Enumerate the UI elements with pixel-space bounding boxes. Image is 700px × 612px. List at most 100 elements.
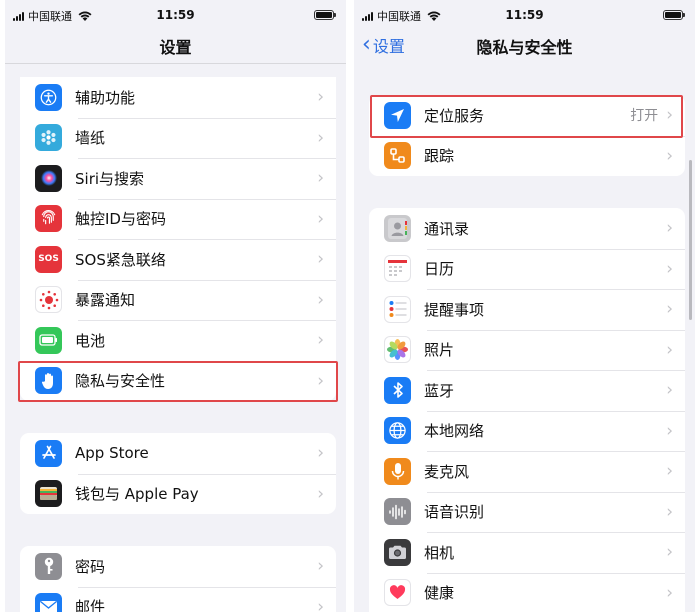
settings-row-camera[interactable]: 相机 ›: [369, 532, 685, 573]
photos-icon: [384, 336, 411, 364]
settings-row-wallpaper[interactable]: 墙纸 ›: [20, 117, 336, 159]
settings-row-bluetooth[interactable]: 蓝牙 ›: [369, 370, 685, 411]
chevron-right-icon: ›: [317, 556, 324, 577]
key-icon: [35, 552, 62, 580]
row-value: 打开: [630, 108, 659, 125]
chevron-right-icon: ›: [666, 582, 673, 603]
status-bar: 中国联通 11:59: [5, 0, 346, 30]
row-label: 照片: [424, 341, 455, 360]
settings-row-fingerprint[interactable]: 触控ID与密码 ›: [20, 198, 336, 240]
chevron-right-icon: ›: [317, 87, 324, 108]
wallet-icon: [35, 480, 62, 508]
waveform-icon: [384, 498, 411, 526]
mail-icon: [35, 593, 62, 612]
chevron-right-icon: ›: [317, 168, 324, 189]
exposure-icon: [35, 286, 62, 314]
chevron-right-icon: ›: [666, 105, 673, 126]
chevron-right-icon: ›: [317, 208, 324, 229]
hand-icon: [35, 367, 62, 395]
settings-row-battery[interactable]: 电池 ›: [20, 320, 336, 361]
chevron-right-icon: ›: [317, 289, 324, 310]
row-label: 蓝牙: [424, 381, 455, 400]
status-time: 11:59: [156, 8, 195, 22]
row-label: 提醒事项: [424, 300, 485, 319]
battery-icon: [35, 326, 62, 354]
settings-row-waveform[interactable]: 语音识别 ›: [369, 491, 685, 533]
settings-row-sos[interactable]: SOS SOS紧急联络 ›: [20, 239, 336, 280]
scrollbar[interactable]: [689, 160, 692, 320]
row-label: 相机: [424, 543, 455, 562]
settings-row-health[interactable]: 健康 ›: [369, 572, 685, 612]
appstore-icon: [35, 439, 62, 467]
settings-row-globe[interactable]: 本地网络 ›: [369, 410, 685, 452]
settings-row-accessibility[interactable]: 辅助功能 ›: [20, 77, 336, 118]
wallpaper-icon: [35, 124, 62, 152]
settings-group-2: App Store › 钱包与 Apple Pay ›: [20, 433, 336, 514]
siri-icon: [35, 164, 62, 192]
settings-row-hand[interactable]: 隐私与安全性 ›: [20, 360, 336, 402]
settings-row-reminders[interactable]: 提醒事项 ›: [369, 289, 685, 330]
contacts-icon: [384, 214, 411, 242]
calendar-icon: [384, 255, 411, 283]
row-label: App Store: [75, 444, 149, 463]
row-label: 本地网络: [424, 422, 485, 441]
chevron-right-icon: ›: [666, 542, 673, 563]
row-label: 定位服务: [424, 106, 485, 125]
accessibility-icon: [35, 83, 62, 111]
chevron-right-icon: ›: [317, 249, 324, 270]
chevron-right-icon: ›: [317, 370, 324, 391]
settings-row-exposure[interactable]: 暴露通知 ›: [20, 279, 336, 321]
chevron-right-icon: ›: [666, 145, 673, 166]
chevron-right-icon: ›: [666, 299, 673, 320]
settings-row-contacts[interactable]: 通讯录 ›: [369, 208, 685, 249]
privacy-group-2: 通讯录 › 日历 › 提醒事项 › 照片 › 蓝牙 › 本地网络 › 麦克风 › 语音识别 › 相机 › 健康 ›: [369, 208, 685, 612]
chevron-right-icon: ›: [666, 420, 673, 441]
settings-row-photos[interactable]: 照片 ›: [369, 329, 685, 371]
settings-screen: 中国联通 11:59 设置 辅助功能 › 墙纸 › Siri与搜索 › 触控ID与密码 › SO…: [5, 0, 346, 612]
row-label: Siri与搜索: [75, 169, 145, 188]
privacy-group-1: 定位服务 打开 › 跟踪 ›: [369, 95, 685, 176]
health-icon: [384, 579, 411, 607]
row-label: 跟踪: [424, 147, 455, 166]
sos-icon: SOS: [35, 245, 62, 273]
settings-group-3: 密码 › 邮件 ›: [20, 546, 336, 612]
row-label: 辅助功能: [75, 88, 136, 107]
row-label: 密码: [75, 557, 106, 576]
row-label: 钱包与 Apple Pay: [75, 485, 199, 504]
settings-row-calendar[interactable]: 日历 ›: [369, 248, 685, 290]
row-label: 隐私与安全性: [75, 372, 166, 391]
row-label: SOS紧急联络: [75, 250, 166, 269]
row-label: 健康: [424, 584, 455, 603]
chevron-right-icon: ›: [666, 461, 673, 482]
row-label: 通讯录: [424, 219, 470, 238]
chevron-right-icon: ›: [317, 330, 324, 351]
chevron-right-icon: ›: [317, 127, 324, 148]
settings-row-mail[interactable]: 邮件 ›: [20, 586, 336, 612]
privacy-screen: 中国联通 11:59 ‹ 设置 隐私与安全性 定位服务 打开 › 跟踪 › 通讯录 › 日历…: [354, 0, 695, 612]
settings-row-microphone[interactable]: 麦克风 ›: [369, 451, 685, 492]
row-label: 语音识别: [424, 503, 485, 522]
status-time: 11:59: [505, 8, 544, 22]
globe-icon: [384, 417, 411, 445]
settings-row-wallet[interactable]: 钱包与 Apple Pay ›: [20, 473, 336, 515]
row-label: 电池: [75, 331, 106, 350]
settings-row-location[interactable]: 定位服务 打开 ›: [369, 95, 685, 136]
status-bar: 中国联通 11:59: [354, 0, 695, 30]
page-title: 隐私与安全性: [476, 38, 573, 57]
settings-group-1: 辅助功能 › 墙纸 › Siri与搜索 › 触控ID与密码 › SOS SOS紧急联络 › 暴露通知 ›…: [20, 77, 336, 401]
row-label: 麦克风: [424, 462, 470, 481]
row-label: 日历: [424, 260, 455, 279]
settings-row-siri[interactable]: Siri与搜索 ›: [20, 158, 336, 199]
chevron-right-icon: ›: [666, 258, 673, 279]
reminders-icon: [384, 295, 411, 323]
fingerprint-icon: [35, 205, 62, 233]
battery-status-icon: [314, 10, 336, 20]
chevron-right-icon: ›: [317, 596, 324, 612]
settings-row-tracking[interactable]: 跟踪 ›: [369, 135, 685, 177]
battery-status-icon: [663, 10, 685, 20]
chevron-right-icon: ›: [317, 443, 324, 464]
chevron-right-icon: ›: [317, 483, 324, 504]
settings-row-appstore[interactable]: App Store ›: [20, 433, 336, 474]
settings-row-key[interactable]: 密码 ›: [20, 546, 336, 587]
chevron-right-icon: ›: [666, 339, 673, 360]
